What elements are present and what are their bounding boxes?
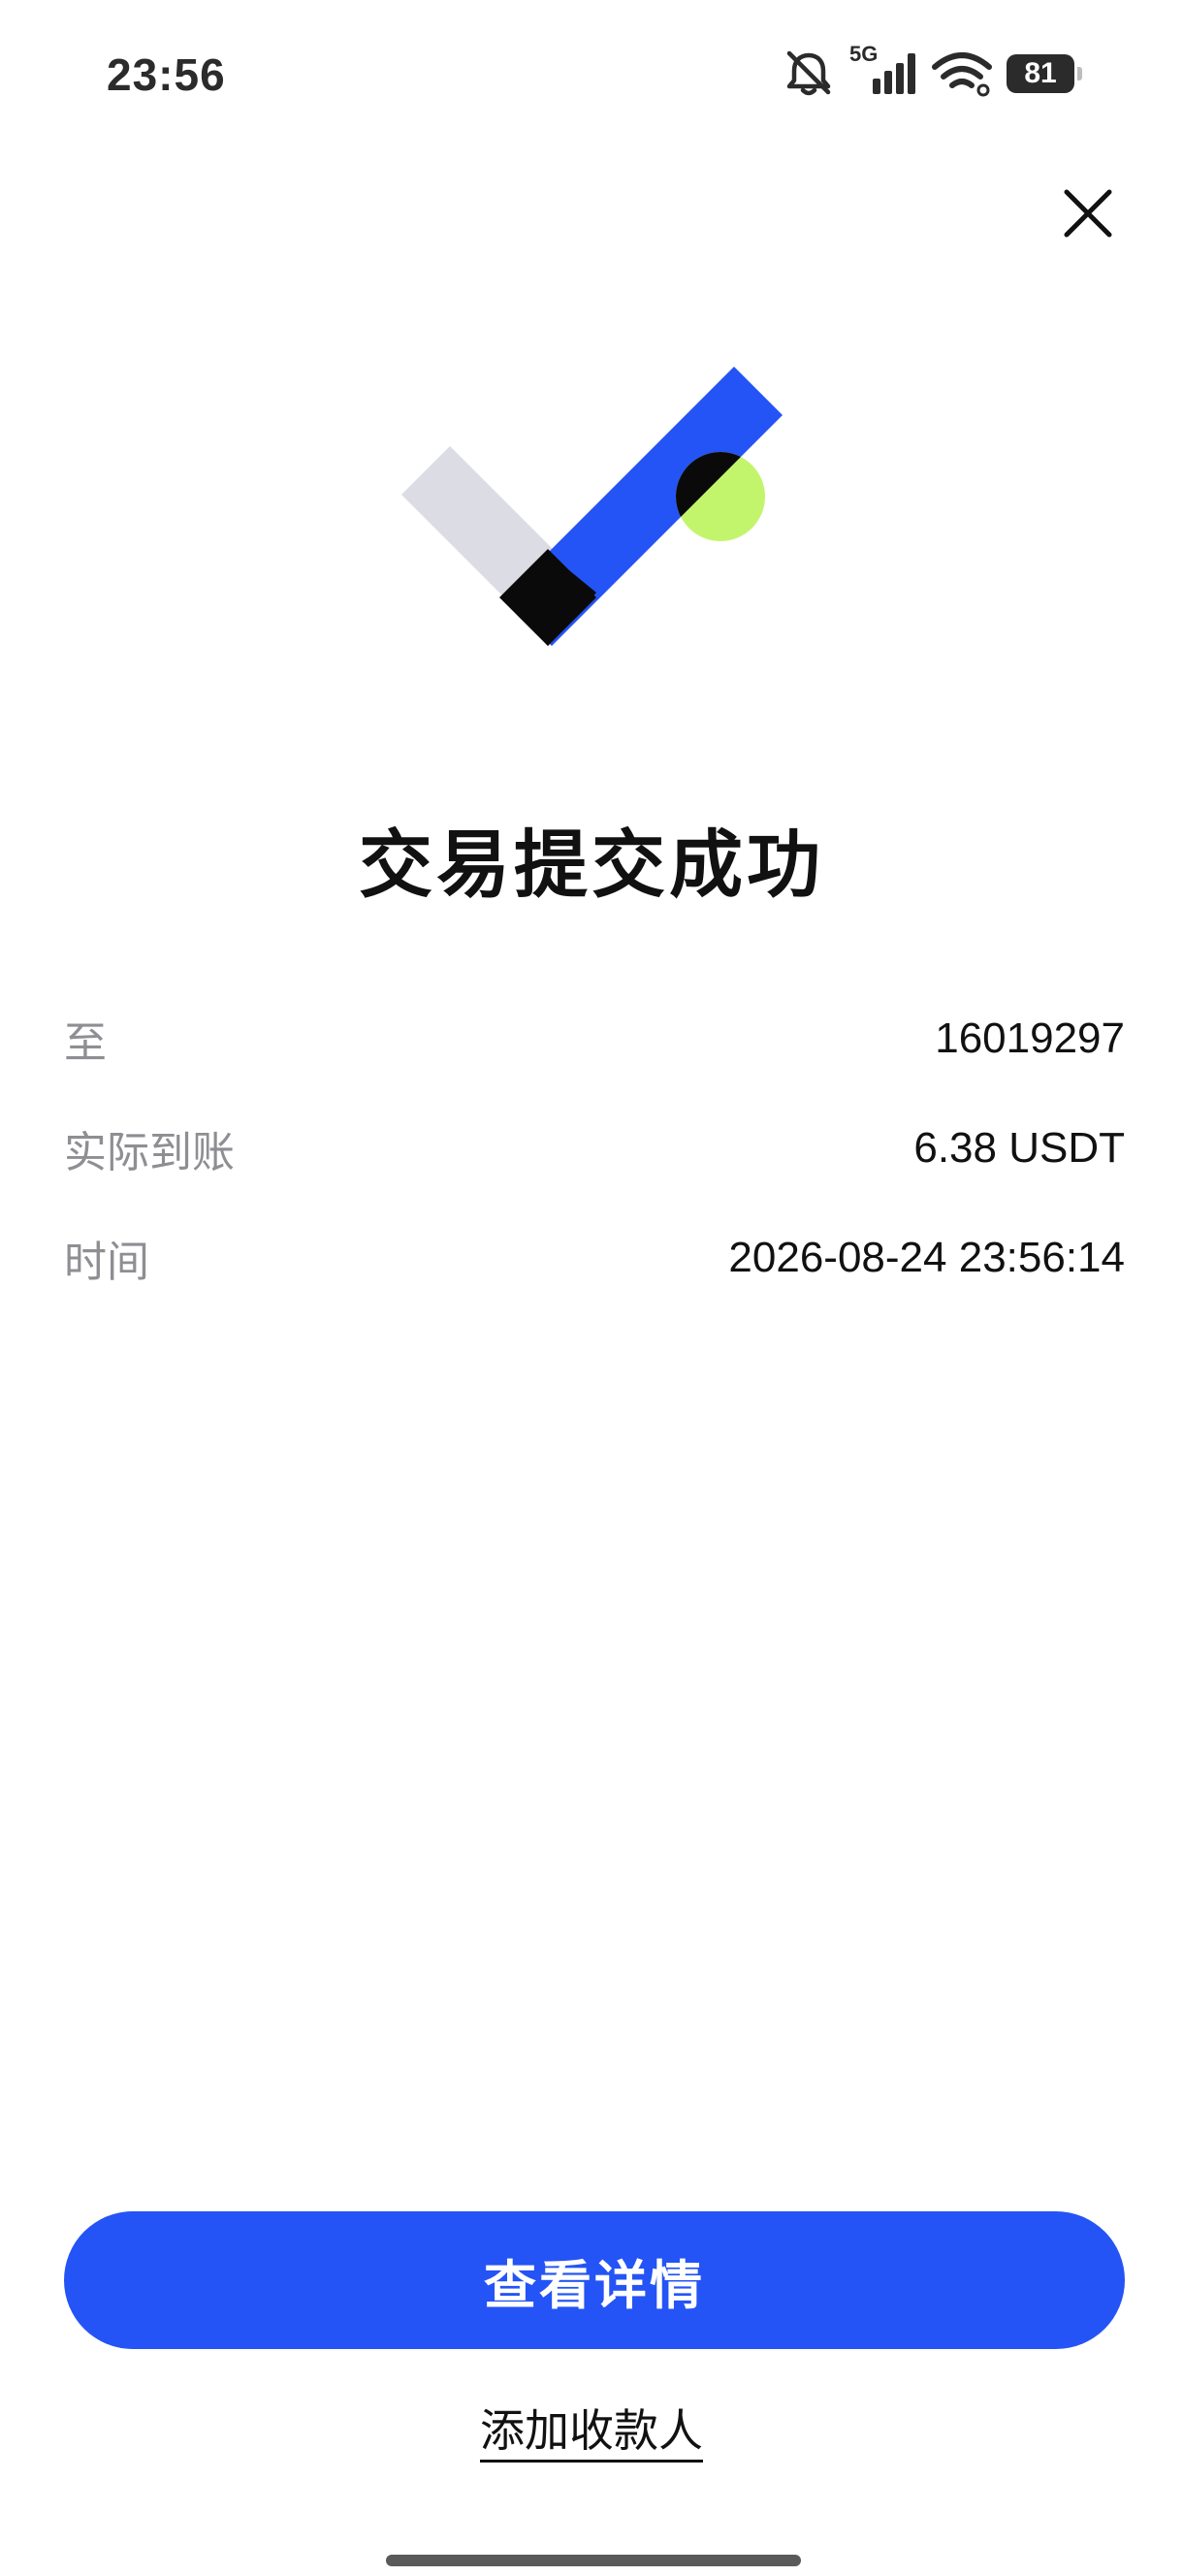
page-title: 交易提交成功 — [359, 824, 824, 907]
add-payee-link[interactable]: 添加收款人 — [0, 2396, 1183, 2463]
success-check-icon — [388, 349, 795, 669]
battery-icon: 81 — [1007, 54, 1082, 93]
view-details-button[interactable]: 查看详情 — [64, 2211, 1125, 2349]
detail-label: 实际到账 — [64, 1129, 235, 1176]
detail-row-recipient: 至 16019297 — [64, 1005, 1125, 1073]
status-icons: 5G 81 — [782, 42, 1082, 101]
signal-icon: 5G — [849, 42, 917, 98]
detail-value: 16019297 — [935, 1014, 1125, 1062]
battery-level: 81 — [1024, 57, 1057, 89]
status-time: 23:56 — [107, 49, 226, 100]
detail-row-amount: 实际到账 6.38 USDT — [64, 1114, 1125, 1182]
detail-value: 6.38 USDT — [913, 1124, 1125, 1172]
close-icon — [1064, 189, 1112, 238]
detail-value: 2026-08-24 23:56:14 — [728, 1234, 1125, 1281]
home-indicator[interactable] — [386, 2555, 801, 2566]
detail-label: 至 — [64, 1019, 107, 1067]
mute-bell-icon — [782, 49, 836, 98]
add-payee-label: 添加收款人 — [480, 2405, 703, 2463]
close-button[interactable] — [1059, 184, 1117, 242]
wifi-icon — [931, 49, 993, 98]
status-bar: 23:56 5G 81 — [0, 0, 1183, 155]
detail-label: 时间 — [64, 1239, 149, 1286]
detail-row-time: 时间 2026-08-24 23:56:14 — [64, 1224, 1125, 1292]
